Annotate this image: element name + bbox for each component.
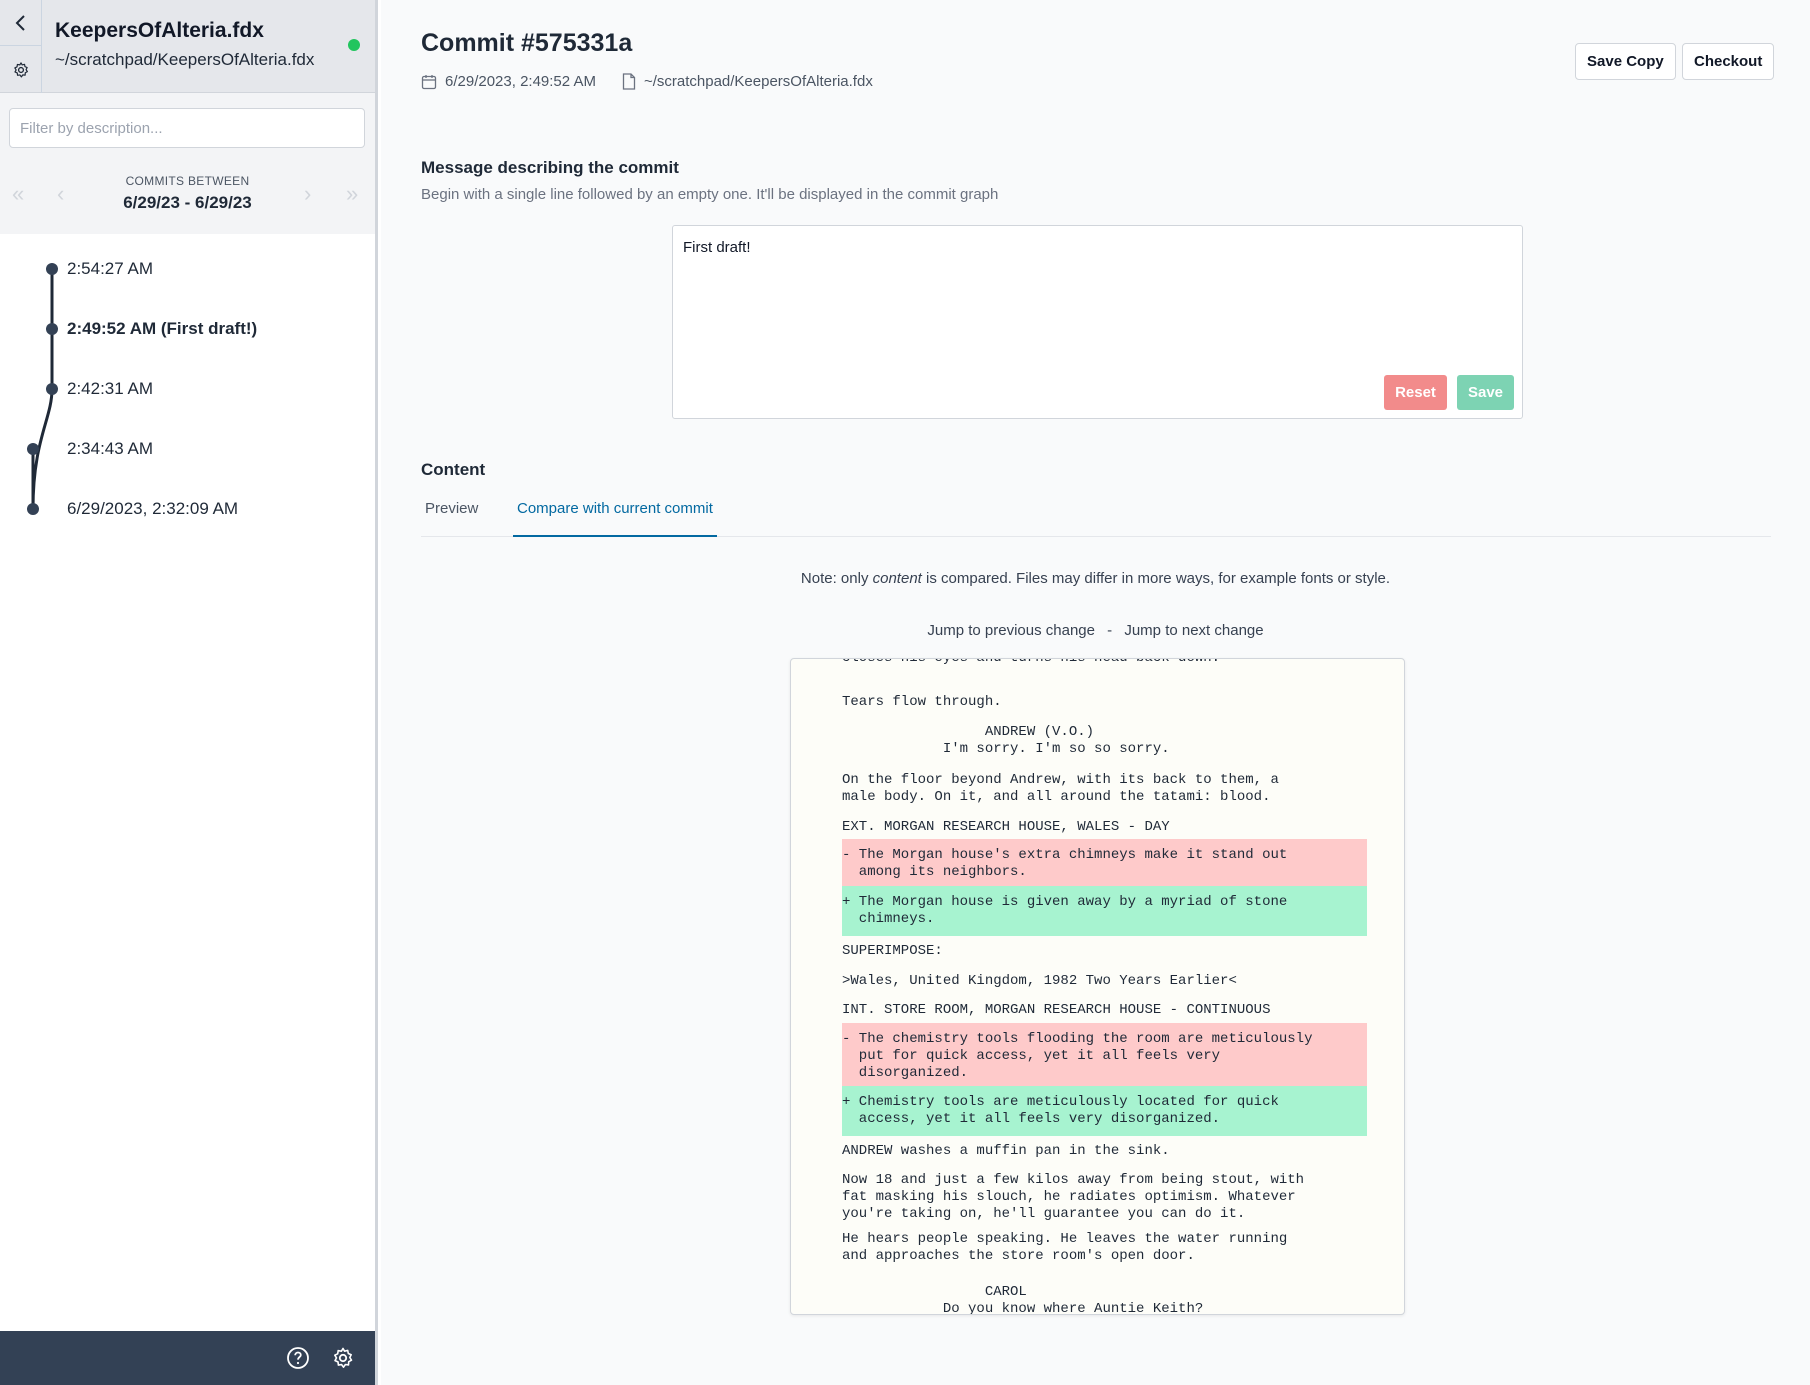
checkout-button[interactable]: Checkout	[1682, 43, 1775, 80]
diff-line: >Wales, United Kingdom, 1982 Two Years E…	[842, 973, 1237, 989]
file-name: KeepersOfAlteria.fdx	[55, 19, 264, 42]
chevron-left-icon	[15, 14, 25, 31]
save-copy-button[interactable]: Save Copy	[1575, 43, 1676, 80]
commit-file-path: ~/scratchpad/KeepersOfAlteria.fdx	[643, 73, 873, 90]
diff-line: Now 18 and just a few kilos away from be…	[842, 1172, 1305, 1222]
gear-icon	[14, 61, 28, 77]
commit-node	[27, 443, 39, 455]
diff-line: EXT. MORGAN RESEARCH HOUSE, WALES - DAY	[842, 819, 1170, 835]
commit-date: 6/29/2023, 2:49:52 AM	[445, 73, 596, 90]
commit-item[interactable]: 6/29/2023, 2:32:09 AM	[67, 499, 238, 519]
filter-panel: « ‹ COMMITS BETWEEN 6/29/23 - 6/29/23 › …	[0, 93, 375, 234]
jump-controls: Jump to previous change - Jump to next c…	[381, 622, 1810, 639]
calendar-icon	[421, 74, 437, 90]
diff-line-added: + The Morgan house is given away by a my…	[842, 886, 1367, 936]
compare-note: Note: only content is compared. Files ma…	[381, 570, 1810, 587]
tab-preview[interactable]: Preview	[421, 500, 482, 537]
sidebar: KeepersOfAlteria.fdx ~/scratchpad/Keeper…	[0, 0, 378, 1385]
diff-line: On the floor beyond Andrew, with its bac…	[842, 772, 1279, 788]
diff-line-added: + Chemistry tools are meticulously locat…	[842, 1086, 1367, 1136]
side-icon-rail	[0, 0, 42, 93]
file-settings-button[interactable]	[0, 46, 42, 93]
file-header: KeepersOfAlteria.fdx ~/scratchpad/Keeper…	[0, 0, 375, 93]
content-tabs: Preview Compare with current commit	[421, 494, 1771, 537]
diff-line: closes his eyes and turns his head back …	[842, 658, 1221, 666]
note-prefix: Note: only	[800, 570, 873, 587]
commit-item[interactable]: 2:34:43 AM	[67, 439, 153, 459]
jump-previous-link[interactable]: Jump to previous change	[927, 622, 1095, 639]
message-textarea[interactable]: First draft! Reset Save	[672, 225, 1523, 419]
commit-node	[46, 263, 58, 275]
diff-line: Tears flow through.	[842, 694, 1002, 710]
commit-item-selected[interactable]: 2:49:52 AM (First draft!)	[67, 319, 257, 339]
commits-between-label: COMMITS BETWEEN	[125, 174, 250, 188]
message-description: Begin with a single line followed by an …	[421, 186, 999, 203]
back-button[interactable]	[0, 0, 42, 46]
content-title: Content	[421, 460, 486, 479]
diff-line: INT. STORE ROOM, MORGAN RESEARCH HOUSE -…	[842, 1002, 1271, 1018]
diff-line: ANDREW washes a muffin pan in the sink.	[842, 1143, 1170, 1159]
sidebar-footer	[0, 1331, 375, 1385]
file-path: ~/scratchpad/KeepersOfAlteria.fdx	[55, 50, 315, 69]
commit-node	[46, 323, 58, 335]
gear-icon[interactable]	[330, 1345, 356, 1371]
diff-line: CAROL	[842, 1284, 1027, 1300]
message-title: Message describing the commit	[421, 158, 679, 177]
diff-line: male body. On it, and all around the tat…	[842, 789, 1271, 805]
diff-line: I'm sorry. I'm so so sorry.	[842, 741, 1170, 757]
page-title: Commit #575331a	[421, 29, 633, 57]
message-value: First draft!	[683, 239, 751, 256]
note-suffix: is compared. Files may differ in more wa…	[921, 570, 1391, 587]
commit-node	[46, 383, 58, 395]
help-icon[interactable]	[285, 1345, 311, 1371]
diff-viewer[interactable]: closes his eyes and turns his head back …	[790, 658, 1405, 1315]
diff-line: SUPERIMPOSE:	[842, 943, 943, 959]
jump-separator: -	[1107, 622, 1113, 639]
commit-node	[27, 503, 39, 515]
diff-line: He hears people speaking. He leaves the …	[842, 1231, 1288, 1264]
main-panel: Commit #575331a 6/29/2023, 2:49:52 AM ~/…	[381, 0, 1810, 1385]
status-dot	[348, 39, 360, 51]
note-emphasis: content	[872, 570, 922, 587]
double-chevron-right-icon[interactable]: »	[346, 181, 358, 207]
jump-next-link[interactable]: Jump to next change	[1124, 622, 1263, 639]
commit-meta: 6/29/2023, 2:49:52 AM ~/scratchpad/Keepe…	[421, 73, 873, 90]
diff-line: ANDREW (V.O.)	[842, 724, 1095, 740]
diff-line: Do you know where Auntie Keith?	[842, 1301, 1204, 1315]
chevron-right-icon[interactable]: ›	[304, 181, 311, 207]
tab-compare[interactable]: Compare with current commit	[513, 500, 717, 537]
diff-line-removed: - The chemistry tools flooding the room …	[842, 1023, 1367, 1090]
commits-range: 6/29/23 - 6/29/23	[123, 193, 252, 212]
commit-item[interactable]: 2:54:27 AM	[67, 259, 153, 279]
file-icon	[622, 73, 636, 90]
diff-line-removed: - The Morgan house's extra chimneys make…	[842, 839, 1367, 889]
reset-button[interactable]: Reset	[1384, 375, 1447, 410]
filter-input[interactable]	[9, 108, 365, 148]
save-button[interactable]: Save	[1457, 375, 1514, 410]
commit-item[interactable]: 2:42:31 AM	[67, 379, 153, 399]
